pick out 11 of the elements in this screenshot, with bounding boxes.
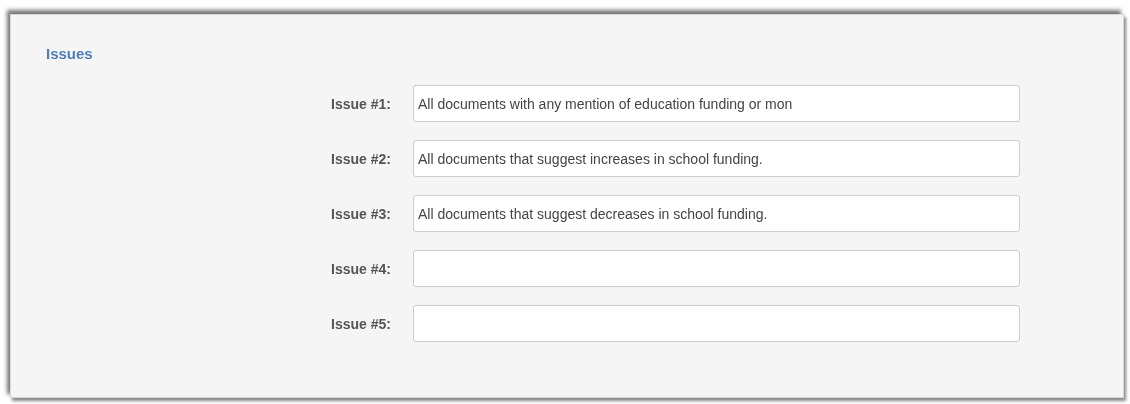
field-label: Issue #5: — [330, 315, 391, 332]
field-label: Issue #1: — [330, 95, 391, 112]
input-field[interactable]: All documents that suggest increases in school funding. — [413, 140, 1020, 177]
field-label: Issue #3: — [330, 205, 391, 222]
input-field[interactable] — [413, 250, 1020, 287]
field-label: Issue #4: — [330, 260, 391, 277]
input-field[interactable]: All documents with any mention of education funding or mon — [413, 85, 1020, 122]
field-label: Issue #2: — [330, 150, 391, 167]
section-title: Issues — [46, 45, 94, 62]
input-field[interactable]: All documents that suggest decreases in school funding. — [413, 195, 1020, 232]
input-field[interactable] — [413, 305, 1020, 342]
